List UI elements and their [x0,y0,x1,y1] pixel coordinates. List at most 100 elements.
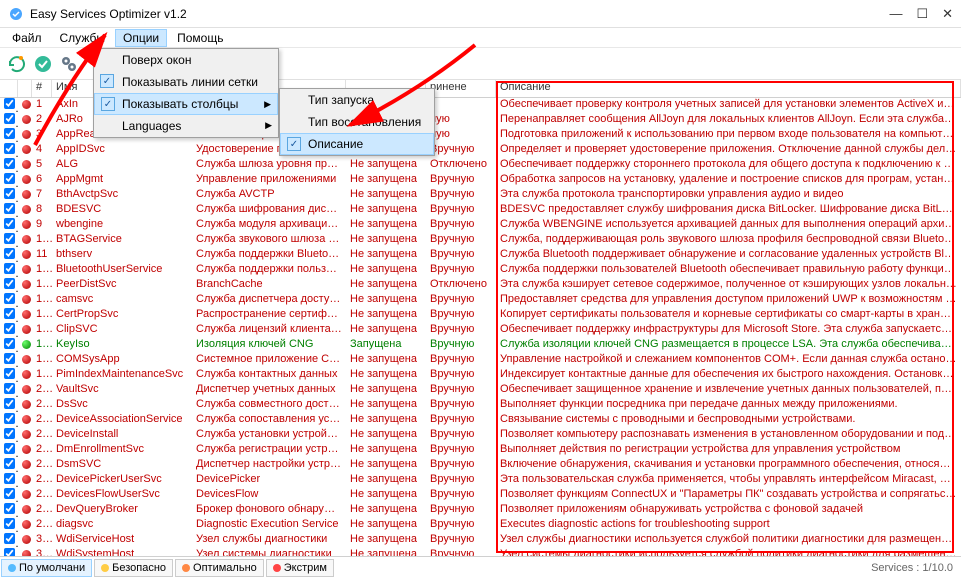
table-row[interactable]: 26DevicePickerUserSvcDevicePickerНе запу… [0,473,961,488]
table-row[interactable]: 25DsmSVCДиспетчер настройки устрой...Не … [0,458,961,473]
table-row[interactable]: 13PeerDistSvcBranchCacheНе запущенаОтклю… [0,278,961,293]
dd-ontop[interactable]: Поверх окон [94,49,278,71]
row-checkbox[interactable] [4,113,15,124]
table-row[interactable]: 29diagsvcDiagnostic Execution ServiceНе … [0,518,961,533]
table-row[interactable]: 19PimIndexMaintenanceSvcСлужба контактны… [0,368,961,383]
row-name: camsvc [52,293,192,308]
row-num: 1 [32,98,52,113]
row-start: Вручную [426,188,496,203]
row-checkbox[interactable] [4,443,15,454]
apply-icon[interactable] [32,53,54,75]
row-checkbox[interactable] [4,353,15,364]
row-checkbox[interactable] [4,143,15,154]
table-row[interactable]: 22DeviceAssociationServiceСлужба сопоста… [0,413,961,428]
row-checkbox[interactable] [4,308,15,319]
row-num: 7 [32,188,52,203]
row-checkbox[interactable] [4,278,15,289]
row-start: Вручную [426,338,496,353]
col-num[interactable]: # [32,80,52,97]
row-checkbox[interactable] [4,533,15,544]
row-checkbox[interactable] [4,383,15,394]
chevron-right-icon: ▶ [264,99,271,110]
row-checkbox[interactable] [4,128,15,139]
menu-file[interactable]: Файл [4,29,50,47]
row-checkbox[interactable] [4,173,15,184]
dd-gridlines[interactable]: ✓Показывать линии сетки [94,71,278,93]
preset-default[interactable]: По умолчани [1,559,92,577]
table-row[interactable]: 27DevicesFlowUserSvcDevicesFlowНе запуще… [0,488,961,503]
table-row[interactable]: 16ClipSVCСлужба лицензий клиента (Cl...Н… [0,323,961,338]
table-row[interactable]: 21DsSvcСлужба совместного доступа...Не з… [0,398,961,413]
table-row[interactable]: 6AppMgmtУправление приложениямиНе запуще… [0,173,961,188]
table-row[interactable]: 30WdiServiceHostУзел службы диагностикиН… [0,533,961,548]
dd-description[interactable]: ✓Описание [280,133,434,155]
table-row[interactable]: 12BluetoothUserServiceСлужба поддержки п… [0,263,961,278]
row-checkbox[interactable] [4,293,15,304]
row-checkbox[interactable] [4,428,15,439]
row-checkbox[interactable] [4,503,15,514]
row-status: Не запущена [346,383,426,398]
dd-languages[interactable]: Languages▶ [94,115,278,137]
row-checkbox[interactable] [4,398,15,409]
table-row[interactable]: 20VaultSvcДиспетчер учетных данныхНе зап… [0,383,961,398]
table-row[interactable]: 4AppIDSvcУдостоверение приложенияНе запу… [0,143,961,158]
row-desc: Эта служба кэширует сетевое содержимое, … [496,278,961,293]
row-checkbox[interactable] [4,218,15,229]
table-row[interactable]: 5ALGСлужба шлюза уровня прило...Не запущ… [0,158,961,173]
settings-icon[interactable] [58,53,80,75]
col-desc[interactable]: Описание [496,80,961,97]
row-checkbox[interactable] [4,518,15,529]
refresh-icon[interactable] [6,53,28,75]
row-name: DeviceAssociationService [52,413,192,428]
row-checkbox[interactable] [4,323,15,334]
row-checkbox[interactable] [4,368,15,379]
table-row[interactable]: 18COMSysAppСистемное приложение COM+Не з… [0,353,961,368]
dd-starttype[interactable]: Тип запуска [280,89,434,111]
row-name: DeviceInstall [52,428,192,443]
table-row[interactable]: 8BDESVCСлужба шифрования дисков ...Не за… [0,203,961,218]
menu-options[interactable]: Опции [115,29,167,47]
status-dot-icon [22,370,31,379]
table-row[interactable]: 23DeviceInstallСлужба установки устройст… [0,428,961,443]
table-row[interactable]: 7BthAvctpSvcСлужба AVCTPНе запущенаВручн… [0,188,961,203]
table-row[interactable]: 11bthservСлужба поддержки BluetoothНе за… [0,248,961,263]
row-checkbox[interactable] [4,158,15,169]
dd-recovery[interactable]: Тип восстановления [280,111,434,133]
row-num: 28 [32,503,52,518]
table-row[interactable]: 31WdiSystemHostУзел системы диагностикиН… [0,548,961,556]
minimize-button[interactable]: — [889,6,902,22]
table-row[interactable]: 17KeyIsoИзоляция ключей CNGЗапущенаВручн… [0,338,961,353]
row-checkbox[interactable] [4,473,15,484]
table-row[interactable]: 24DmEnrollmentSvcСлужба регистрации устр… [0,443,961,458]
col-start[interactable]: ринене [426,80,496,97]
row-checkbox[interactable] [4,338,15,349]
row-checkbox[interactable] [4,458,15,469]
row-checkbox[interactable] [4,203,15,214]
table-row[interactable]: 9wbengineСлужба модуля архивации н...Не … [0,218,961,233]
row-checkbox[interactable] [4,263,15,274]
row-checkbox[interactable] [4,548,15,556]
table-row[interactable]: 28DevQueryBrokerБрокер фонового обнаруже… [0,503,961,518]
menu-services[interactable]: Службы [52,29,113,47]
table-row[interactable]: 10BTAGServiceСлужба звукового шлюза Blu.… [0,233,961,248]
row-checkbox[interactable] [4,413,15,424]
preset-extreme[interactable]: Экстрим [266,559,334,577]
row-checkbox[interactable] [4,233,15,244]
row-checkbox[interactable] [4,248,15,259]
preset-optimal[interactable]: Оптимально [175,559,264,577]
row-start: Вручную [426,263,496,278]
row-start: Вручную [426,428,496,443]
row-status: Не запущена [346,413,426,428]
row-status: Не запущена [346,248,426,263]
menu-help[interactable]: Помощь [169,29,231,47]
table-row[interactable]: 14camsvcСлужба диспетчера доступа ...Не … [0,293,961,308]
row-checkbox[interactable] [4,98,15,109]
table-row[interactable]: 15CertPropSvcРаспространение сертификата… [0,308,961,323]
row-status: Не запущена [346,263,426,278]
dd-columns[interactable]: ✓Показывать столбцы▶ [94,93,278,115]
preset-safe[interactable]: Безопасно [94,559,173,577]
row-checkbox[interactable] [4,488,15,499]
maximize-button[interactable]: ☐ [916,6,928,22]
row-checkbox[interactable] [4,188,15,199]
close-button[interactable]: ✕ [942,6,953,22]
